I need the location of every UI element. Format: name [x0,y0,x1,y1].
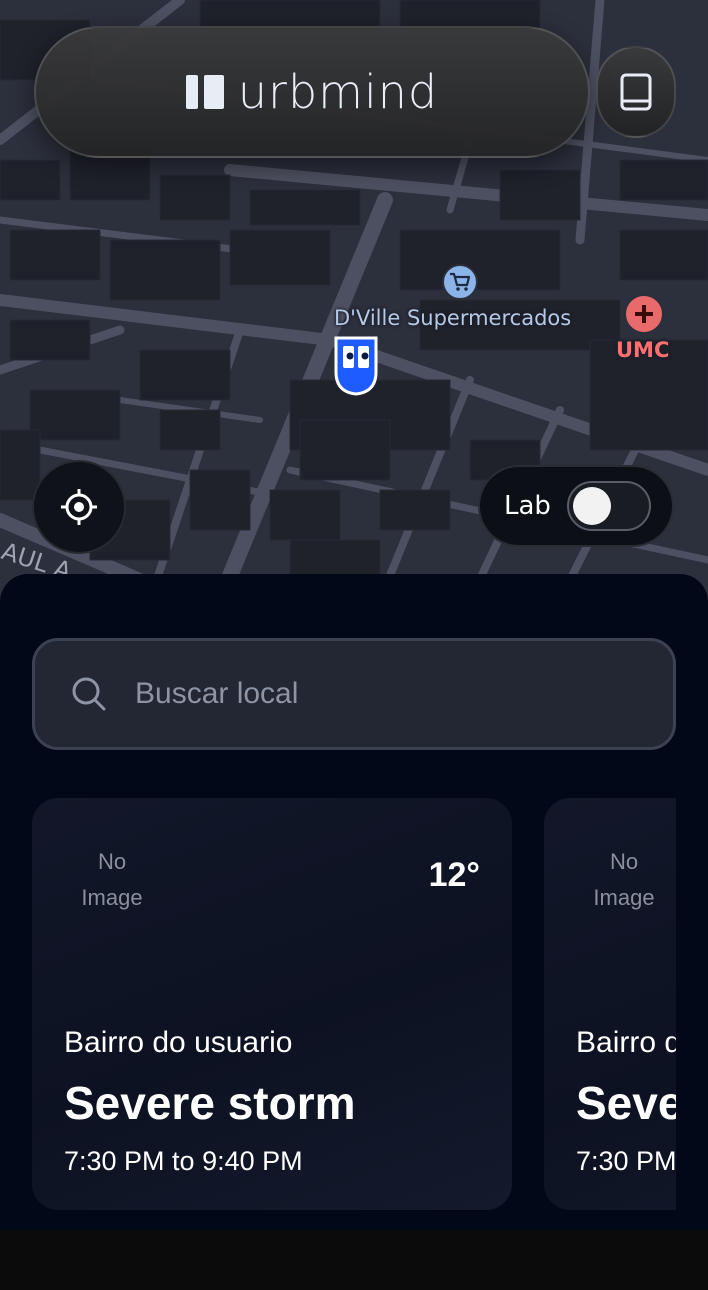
brand-name: urbmind [237,65,439,119]
book-button[interactable] [596,46,676,138]
system-bar [0,1230,708,1290]
alert-event: Severe storm [64,1077,356,1129]
neighborhood-name: Bairro do usuario [64,1026,293,1059]
bottom-sheet: Buscar local No Image 12° Bairro do usua… [0,574,708,1230]
book-icon [620,73,652,111]
neighborhood-name: Bairro do usuario [576,1026,676,1059]
no-image-placeholder: No Image [593,849,655,910]
alert-card-carousel[interactable]: No Image 12° Bairro do usuario Severe st… [32,798,676,1210]
search-input[interactable]: Buscar local [32,638,676,750]
lab-switch-knob [572,487,611,525]
no-image-placeholder: No Image [81,849,143,910]
lab-label: Lab [504,491,551,521]
crosshair-icon [61,489,97,525]
lab-toggle[interactable]: Lab [478,465,674,547]
locate-me-button[interactable] [32,460,126,554]
urbmind-logo-icon [185,74,224,110]
poi-hospital-label[interactable]: UMC [616,338,669,362]
brand-header: urbmind [34,26,590,158]
map-view[interactable]: AUL A urbmind D'Ville Supermercados UMC [0,0,708,600]
alert-time-range: 7:30 PM to 9:40 PM [64,1146,303,1176]
alert-time-range: 7:30 PM to 9:40 PM [576,1146,676,1176]
hospital-plus-icon[interactable] [624,294,664,334]
alert-card[interactable]: No Image 12° Bairro do usuario Severe st… [32,798,512,1210]
poi-supermarket-label[interactable]: D'Ville Supermercados [334,306,571,330]
search-placeholder: Buscar local [135,677,299,710]
lab-switch[interactable] [566,481,651,531]
alert-event: Severe storm [576,1077,676,1129]
location-marker-icon[interactable] [332,334,380,396]
temperature: 12° [428,856,480,894]
alert-card[interactable]: No Image Bairro do usuario Severe storm … [544,798,676,1210]
search-icon [72,677,106,711]
shopping-cart-icon[interactable] [442,264,478,300]
